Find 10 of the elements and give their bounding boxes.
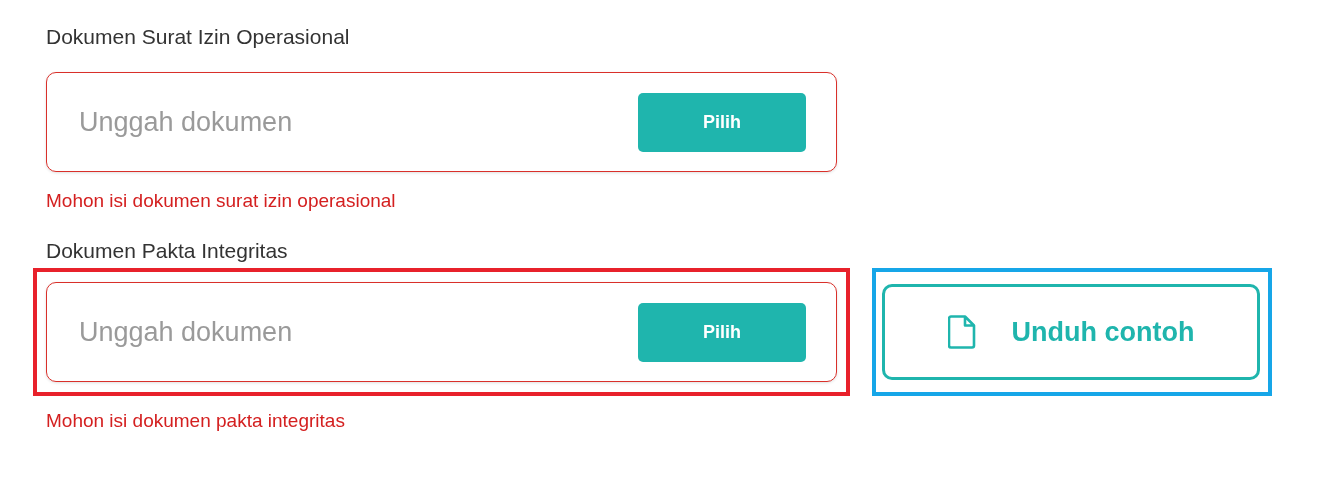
upload-field[interactable]: Unggah dokumen Pilih [46, 72, 837, 172]
upload-field[interactable]: Unggah dokumen Pilih [46, 282, 837, 382]
file-icon [947, 315, 976, 349]
choose-button[interactable]: Pilih [638, 302, 806, 362]
field-label: Dokumen Pakta Integritas [46, 238, 289, 264]
error-message: Mohon isi dokumen surat izin operasional [46, 190, 397, 212]
download-sample-button[interactable]: Unduh contoh [882, 284, 1260, 380]
error-message: Mohon isi dokumen pakta integritas [46, 410, 346, 432]
field-label: Dokumen Surat Izin Operasional [46, 24, 351, 50]
choose-button[interactable]: Pilih [638, 92, 806, 152]
